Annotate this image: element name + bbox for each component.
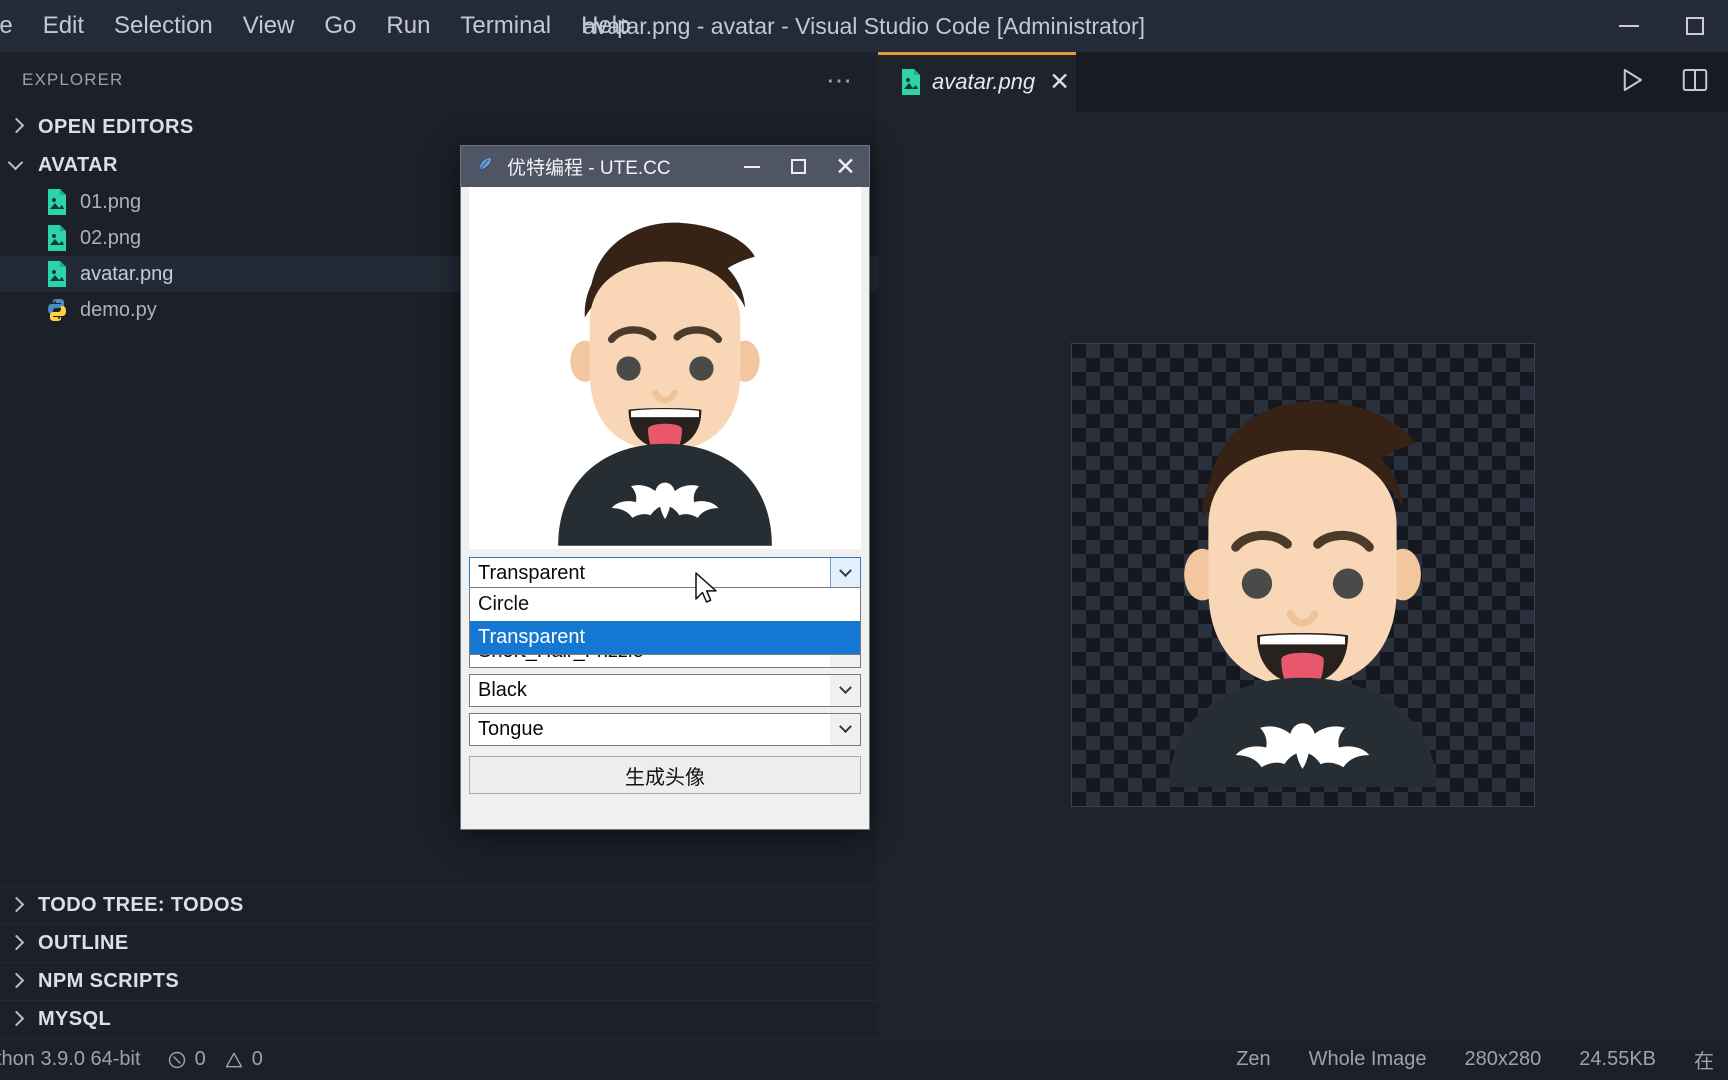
combo-value: Tongue [478,718,544,741]
transparency-checkerboard [1072,344,1534,806]
dialog-minimize-icon[interactable] [728,146,775,187]
sidebar-section-label: OPEN EDITORS [38,116,194,139]
file-name: avatar.png [80,263,173,286]
chevron-down-icon[interactable] [830,714,860,745]
editor-area: avatar.png ✕ [878,52,1728,1038]
combo-mouth-style[interactable]: Tongue [469,713,861,746]
close-icon[interactable]: ✕ [1049,72,1070,92]
status-warnings-count: 0 [252,1048,263,1071]
split-editor-icon[interactable] [1680,65,1710,100]
menu-item-help[interactable]: Help [581,0,630,52]
more-actions-icon[interactable]: ⋯ [826,75,854,85]
status-problems[interactable]: 0 0 [167,1048,263,1071]
combo-background-style[interactable]: Transparent [469,557,861,590]
status-extra-icon[interactable]: 在 [1694,1045,1714,1074]
editor-tabstrip: avatar.png ✕ [878,52,1728,112]
chevron-right-icon [6,116,28,138]
status-image-scope[interactable]: Whole Image [1309,1048,1427,1071]
status-bar-left: thon 3.9.0 64-bit 0 0 [0,1048,263,1071]
image-preview-container [878,112,1728,1038]
status-errors-count: 0 [195,1048,206,1071]
dialog-form: Transparent Black Short_Hair_Frizzle Bla… [461,549,869,802]
status-zen-mode[interactable]: Zen [1236,1048,1270,1071]
menu-item-run[interactable]: Run [386,0,430,52]
dropdown-option-transparent[interactable]: Transparent [470,621,860,654]
chevron-down-icon[interactable] [830,675,860,706]
sidebar-section-label: TODO TREE: TODOS [38,894,244,917]
menu-item-edit[interactable]: Edit [43,0,84,52]
file-name: 01.png [80,191,141,214]
chevron-right-icon [6,1009,28,1031]
chevron-right-icon [6,895,28,917]
sidebar-section-label: OUTLINE [38,932,129,955]
dropdown-option-circle[interactable]: Circle [470,588,860,621]
avatar-generator-dialog: 优特编程 - UTE.CC ✕ [460,145,870,830]
app-root: le Edit Selection View Go Run Terminal H… [0,0,1728,1080]
avatar-image [1090,362,1515,787]
chevron-down-icon[interactable] [830,558,860,589]
sidebar-section-open-editors[interactable]: OPEN EDITORS [0,108,878,146]
combo-value: Transparent [478,562,585,585]
error-circle-icon [167,1050,187,1070]
python-file-icon [46,297,68,323]
status-image-filesize[interactable]: 24.55KB [1579,1048,1656,1071]
sidebar-section-npm-scripts[interactable]: NPM SCRIPTS [0,962,878,1000]
feather-icon [475,153,495,180]
image-file-icon [46,261,68,287]
menu-item-file[interactable]: le [0,0,13,52]
explorer-title: EXPLORER [22,70,123,90]
status-python-version[interactable]: thon 3.9.0 64-bit [0,1048,141,1071]
tab-label: avatar.png [932,69,1035,95]
menu-item-view[interactable]: View [243,0,295,52]
minimize-icon[interactable] [1596,0,1662,52]
chevron-right-icon [6,933,28,955]
sidebar-section-label: MYSQL [38,1008,111,1031]
window-controls [1596,0,1728,52]
sidebar-section-label: NPM SCRIPTS [38,970,179,993]
sidebar-section-mysql[interactable]: MYSQL [0,1000,878,1038]
dialog-controls: ✕ [728,146,869,187]
editor-actions [1616,52,1710,112]
image-file-icon [46,189,68,215]
menu-item-selection[interactable]: Selection [114,0,213,52]
warning-triangle-icon [224,1050,244,1070]
explorer-header: EXPLORER ⋯ [0,52,878,108]
sidebar-section-todo-tree[interactable]: TODO TREE: TODOS [0,886,878,924]
sidebar-section-outline[interactable]: OUTLINE [0,924,878,962]
menu-item-terminal[interactable]: Terminal [460,0,551,52]
run-icon[interactable] [1616,65,1646,100]
chevron-right-icon [6,971,28,993]
dialog-avatar-preview [469,187,861,549]
dialog-titlebar: 优特编程 - UTE.CC ✕ [461,146,869,187]
menu-item-go[interactable]: Go [324,0,356,52]
image-file-icon [900,69,922,95]
file-name: 02.png [80,227,141,250]
background-style-dropdown-list[interactable]: Circle Transparent [469,587,861,655]
sidebar-bottom-sections: TODO TREE: TODOS OUTLINE NPM SCRIPTS MYS… [0,886,878,1038]
avatar-preview-image [495,191,835,546]
dialog-title: 优特编程 - UTE.CC [507,153,671,180]
generate-avatar-button[interactable]: 生成头像 [469,756,861,794]
dialog-maximize-icon[interactable] [775,146,822,187]
chevron-down-icon [6,154,28,176]
maximize-icon[interactable] [1662,0,1728,52]
status-bar: thon 3.9.0 64-bit 0 0 Zen Whole Image 28… [0,1038,1728,1080]
file-name: demo.py [80,299,157,322]
dialog-close-icon[interactable]: ✕ [822,146,869,187]
window-titlebar: le Edit Selection View Go Run Terminal H… [0,0,1728,52]
combo-value: Black [478,679,527,702]
tab-avatarpng[interactable]: avatar.png ✕ [878,52,1076,112]
menu-bar: le Edit Selection View Go Run Terminal H… [0,0,630,52]
status-image-dimensions[interactable]: 280x280 [1465,1048,1542,1071]
sidebar-section-label: AVATAR [38,154,118,177]
status-bar-right: Zen Whole Image 280x280 24.55KB 在 [1236,1045,1728,1074]
combo-clothes-color[interactable]: Black [469,674,861,707]
image-file-icon [46,225,68,251]
